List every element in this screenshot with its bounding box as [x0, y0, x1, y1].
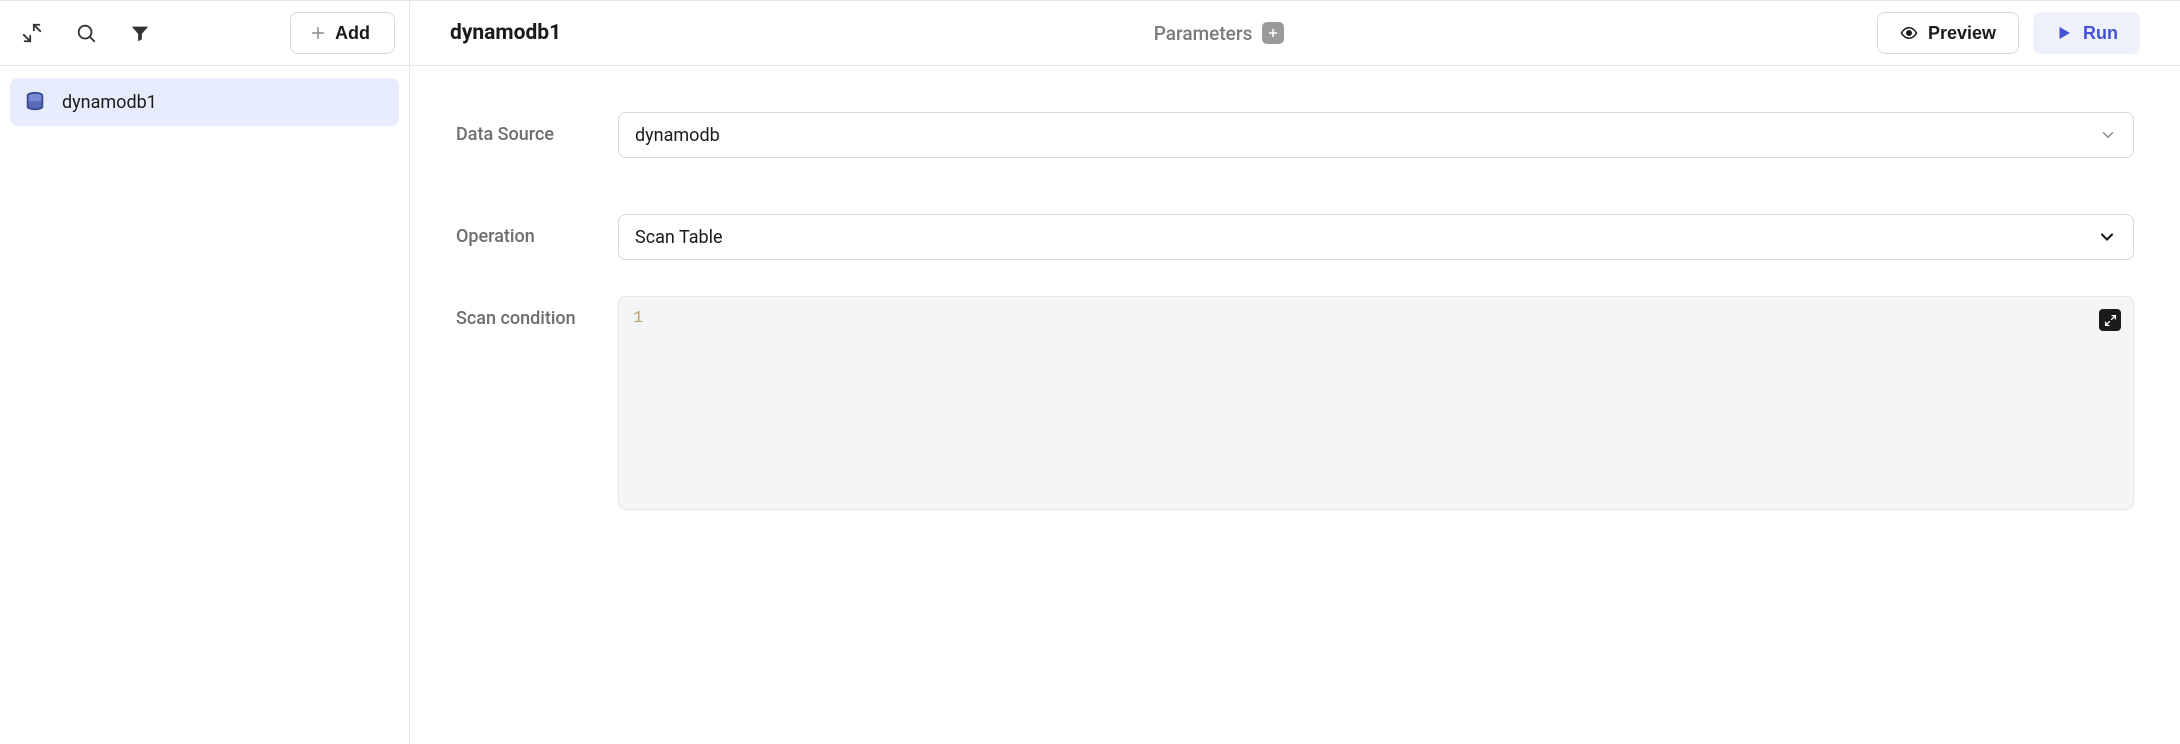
add-button-label: Add — [335, 23, 370, 44]
sidebar-toolbar: Add — [0, 1, 409, 66]
page-title: dynamodb1 — [450, 21, 561, 45]
sidebar-item-label: dynamodb1 — [62, 92, 157, 113]
play-icon — [2055, 24, 2073, 42]
expand-icon — [2104, 314, 2117, 327]
chevron-down-icon — [2099, 126, 2117, 144]
row-data-source: Data Source dynamodb — [456, 112, 2134, 158]
select-operation[interactable]: Scan Table — [618, 214, 2134, 260]
select-data-source-value: dynamodb — [635, 125, 720, 146]
plus-icon — [1267, 27, 1279, 39]
label-data-source: Data Source — [456, 112, 618, 145]
select-data-source[interactable]: dynamodb — [618, 112, 2134, 158]
run-button-label: Run — [2083, 23, 2118, 44]
label-scan-condition: Scan condition — [456, 296, 618, 329]
plus-icon — [309, 24, 327, 42]
row-operation: Operation Scan Table — [456, 214, 2134, 260]
preview-button-label: Preview — [1928, 23, 1996, 44]
main-panel: dynamodb1 Parameters Preview — [410, 1, 2180, 744]
sidebar-item-dynamodb1[interactable]: dynamodb1 — [10, 78, 399, 126]
line-number: 1 — [633, 309, 643, 328]
chevron-down-icon — [2097, 227, 2117, 247]
select-operation-value: Scan Table — [635, 227, 723, 248]
sidebar-list: dynamodb1 — [0, 66, 409, 138]
header-actions: Preview Run — [1877, 12, 2140, 54]
filter-icon[interactable] — [122, 15, 158, 51]
search-icon[interactable] — [68, 15, 104, 51]
add-parameter-button[interactable] — [1262, 22, 1284, 44]
run-button[interactable]: Run — [2033, 12, 2140, 54]
header-center: Parameters — [581, 22, 1857, 45]
scan-condition-editor[interactable]: 1 — [618, 296, 2134, 510]
collapse-icon[interactable] — [14, 15, 50, 51]
label-operation: Operation — [456, 214, 618, 247]
main-header: dynamodb1 Parameters Preview — [410, 1, 2180, 66]
eye-icon — [1900, 24, 1918, 42]
row-scan-condition: Scan condition 1 — [456, 296, 2134, 510]
sidebar: Add dynamodb1 — [0, 1, 410, 744]
database-icon — [24, 91, 46, 113]
query-form: Data Source dynamodb Operation Scan Tabl… — [410, 66, 2180, 566]
preview-button[interactable]: Preview — [1877, 12, 2019, 54]
expand-editor-button[interactable] — [2099, 309, 2121, 331]
parameters-label: Parameters — [1154, 22, 1253, 45]
add-button[interactable]: Add — [290, 12, 395, 54]
app-root: Add dynamodb1 dynamodb1 Parameters — [0, 0, 2180, 744]
